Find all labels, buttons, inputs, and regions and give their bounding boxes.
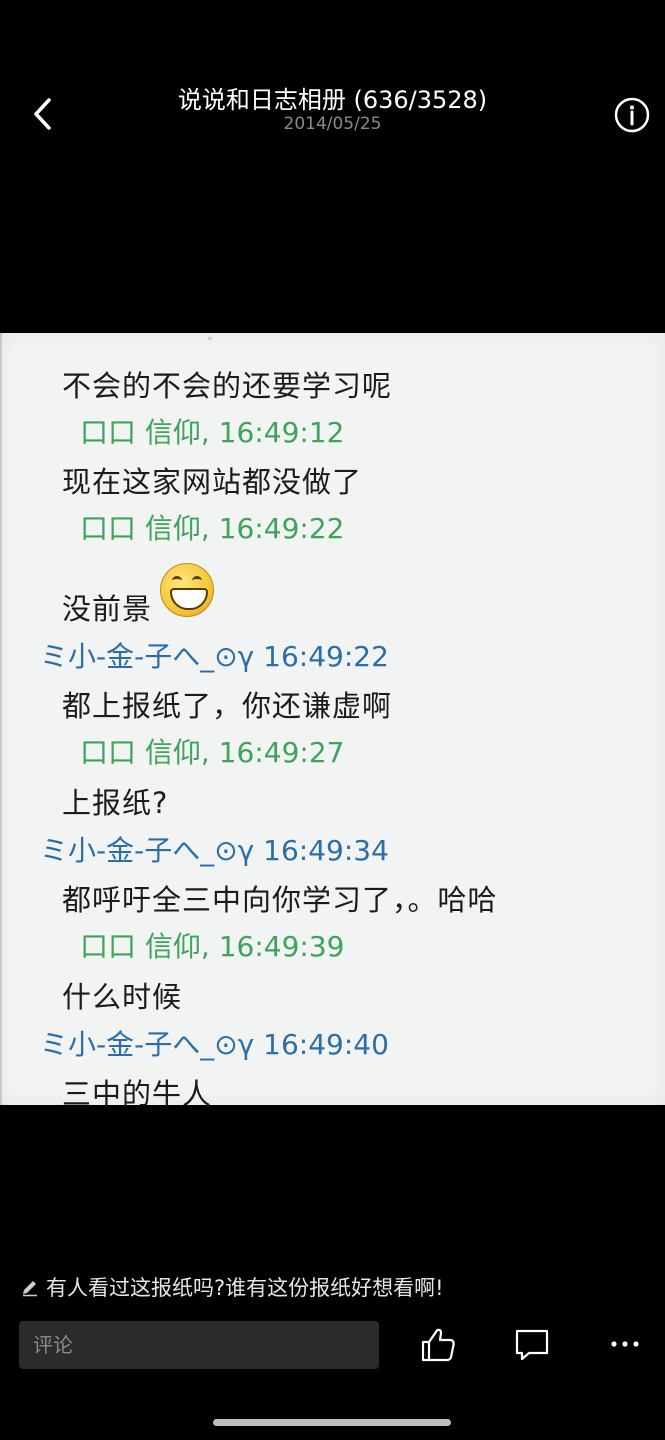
chat-message: 没前景 [62, 592, 153, 626]
chat-message: 现在这家网站都没做了 [62, 465, 363, 499]
more-dots-icon [611, 1341, 639, 1347]
chat-sender-meta: ミ小-金-子へ_⊙γ 16:49:34 [40, 834, 389, 867]
pencil-icon [23, 1281, 37, 1297]
home-indicator[interactable] [213, 1419, 451, 1426]
chat-sender-meta: ミ小-金-子へ_⊙γ 16:49:22 [40, 640, 389, 673]
chat-message: 三中的牛人 [62, 1077, 213, 1105]
chat-message: 不会的不会的还要学习呢 [62, 369, 393, 403]
info-circle-icon [614, 97, 650, 133]
photo-edge [0, 333, 2, 1105]
chat-sender-meta: 口口 信仰, 16:49:27 [80, 736, 345, 769]
chat-message: 都上报纸了，你还谦虚啊 [62, 689, 393, 723]
comment-input[interactable]: 评论 [19, 1321, 379, 1369]
comment-button[interactable] [510, 1322, 554, 1366]
chat-sender-meta: ミ小-金-子へ_⊙γ 16:49:40 [40, 1028, 389, 1061]
chat-sender-meta: 口口 信仰, 16:49:22 [80, 512, 345, 545]
photo-caption: 有人看过这报纸吗?谁有这份报纸好想看啊! [20, 1272, 444, 1302]
speech-bubble-icon [515, 1329, 549, 1361]
chat-message: 上报纸? [62, 786, 169, 820]
chat-sender-meta: 口口 信仰, 16:49:12 [80, 416, 345, 449]
chat-message: 什么时候 [62, 980, 183, 1014]
more-button[interactable] [603, 1322, 647, 1366]
photo-date: 2014/05/25 [283, 114, 382, 134]
like-button[interactable] [416, 1322, 460, 1366]
chat-sender-meta: 口口 信仰, 16:49:39 [80, 930, 345, 963]
caption-text: 有人看过这报纸吗?谁有这份报纸好想看啊! [46, 1276, 444, 1300]
album-title: 说说和日志相册 (636/3528) [177, 86, 488, 114]
top-bar: 说说和日志相册 (636/3528) 2014/05/25 [0, 0, 665, 200]
grin-emoji-icon [160, 563, 214, 617]
thumbs-up-icon [421, 1328, 455, 1362]
photo-mark [208, 337, 212, 340]
chat-message: 都呼吁全三中向你学习了，。哈哈 [62, 883, 498, 917]
photo-viewer-image[interactable]: 不会的不会的还要学习呢 口口 信仰, 16:49:12 现在这家网站都没做了 口… [0, 333, 665, 1105]
info-button[interactable] [613, 96, 651, 134]
